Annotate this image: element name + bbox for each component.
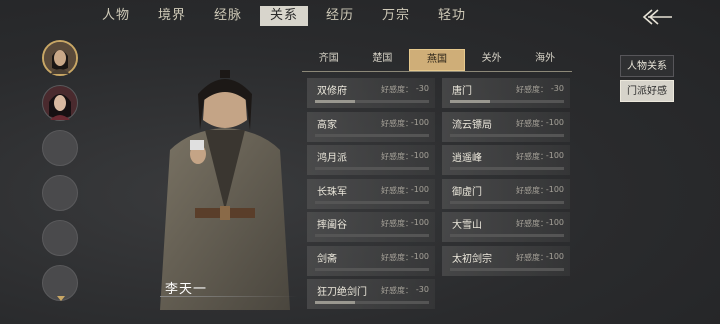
faction-item[interactable]: 大雪山 好感度： -100	[442, 212, 570, 242]
affinity-label: 好感度：	[381, 118, 413, 128]
affinity-value: -100	[410, 184, 429, 194]
affinity-label: 好感度：	[381, 85, 413, 94]
affinity-label: 好感度：	[381, 219, 413, 228]
faction-item[interactable]: 长珠军 好感度： -100	[307, 178, 435, 209]
affinity-label: 好感度：	[516, 252, 548, 262]
sect-affinity-button[interactable]: 门派好感	[620, 80, 674, 102]
character-portrait	[160, 70, 290, 310]
affinity-bar-fill	[315, 100, 355, 103]
faction-name: 双修府	[317, 86, 347, 97]
affinity-value: -100	[545, 117, 564, 127]
affinity-bar	[315, 234, 429, 237]
tab-realm[interactable]: 境界	[148, 6, 196, 26]
affinity-value: -30	[550, 84, 564, 93]
faction-name: 高家	[317, 119, 337, 131]
affinity-value: -100	[410, 251, 429, 261]
tab-qinggong[interactable]: 轻功	[428, 6, 476, 26]
faction-item[interactable]: 御虚门 好感度： -100	[442, 178, 570, 209]
male-portrait-icon	[44, 42, 76, 74]
affinity-value: -100	[410, 218, 429, 227]
region-tabs: 齐国 楚国 燕国 关外 海外	[302, 49, 572, 72]
character-name: 李天一	[165, 282, 208, 297]
affinity-bar	[450, 200, 564, 204]
faction-item[interactable]: 摔阖谷 好感度： -100	[307, 212, 435, 242]
affinity-value: -100	[545, 251, 564, 261]
top-nav: 人物 境界 经脉 关系 经历 万宗 轻功	[92, 6, 484, 30]
faction-name: 唐门	[452, 86, 472, 97]
avatar-female[interactable]	[42, 85, 78, 121]
avatar-slot-empty[interactable]	[42, 220, 78, 256]
affinity-label: 好感度：	[381, 152, 413, 161]
tab-region-yan[interactable]: 燕国	[409, 49, 465, 71]
faction-name: 御虚门	[452, 186, 482, 198]
affinity-label: 好感度：	[381, 185, 413, 195]
tab-relations[interactable]: 关系	[260, 6, 308, 26]
faction-name: 剑斋	[317, 253, 337, 265]
affinity-value: -100	[545, 184, 564, 194]
affinity-label: 好感度：	[516, 152, 548, 161]
affinity-bar	[315, 167, 429, 170]
affinity-value: -30	[415, 84, 429, 93]
affinity-bar	[315, 200, 429, 204]
affinity-label: 好感度：	[516, 85, 548, 94]
affinity-bar-fill	[315, 301, 355, 304]
faction-item[interactable]: 狂刀绝剑门 好感度： -30	[307, 279, 435, 309]
affinity-bar	[450, 133, 564, 137]
scroll-down-icon[interactable]	[57, 296, 65, 301]
tab-region-haiwai[interactable]: 海外	[518, 49, 572, 71]
character-relations-button[interactable]: 人物关系	[620, 55, 674, 77]
affinity-bar-fill	[450, 100, 490, 103]
affinity-value: -100	[545, 218, 564, 227]
avatar-male[interactable]	[42, 40, 78, 76]
faction-item[interactable]: 双修府 好感度： -30	[307, 78, 435, 108]
affinity-value: -30	[415, 285, 429, 294]
faction-name: 太初剑宗	[452, 253, 492, 265]
tab-sects[interactable]: 万宗	[372, 6, 420, 26]
faction-name: 鸿月派	[317, 153, 347, 164]
tab-region-qi[interactable]: 齐国	[302, 49, 356, 71]
faction-item[interactable]: 流云镖局 好感度： -100	[442, 111, 570, 142]
affinity-label: 好感度：	[516, 118, 548, 128]
faction-name: 逍遥峰	[452, 153, 482, 164]
faction-name: 流云镖局	[452, 119, 492, 131]
avatar-slot-empty[interactable]	[42, 130, 78, 166]
faction-item[interactable]: 唐门 好感度： -30	[442, 78, 570, 108]
faction-name: 摔阖谷	[317, 220, 347, 231]
tab-region-guanwai[interactable]: 关外	[465, 49, 519, 71]
affinity-label: 好感度：	[381, 252, 413, 262]
affinity-value: -100	[410, 117, 429, 127]
affinity-label: 好感度：	[516, 185, 548, 195]
affinity-label: 好感度：	[516, 219, 548, 228]
faction-item[interactable]: 剑斋 好感度： -100	[307, 245, 435, 276]
affinity-value: -100	[545, 151, 564, 160]
affinity-bar	[450, 100, 564, 103]
faction-name: 狂刀绝剑门	[317, 287, 367, 298]
faction-name: 大雪山	[452, 220, 482, 231]
affinity-bar	[450, 234, 564, 237]
affinity-label: 好感度：	[381, 286, 413, 295]
affinity-value: -100	[410, 151, 429, 160]
avatar-slot-empty[interactable]	[42, 175, 78, 211]
affinity-bar	[315, 267, 429, 271]
affinity-bar	[315, 100, 429, 103]
faction-name: 长珠军	[317, 186, 347, 198]
faction-item[interactable]: 逍遥峰 好感度： -100	[442, 145, 570, 175]
tab-region-chu[interactable]: 楚国	[356, 49, 410, 71]
tab-character[interactable]: 人物	[92, 6, 140, 26]
affinity-bar	[315, 133, 429, 137]
female-portrait-icon	[43, 86, 77, 120]
tab-experience[interactable]: 经历	[316, 6, 364, 26]
faction-item[interactable]: 太初剑宗 好感度： -100	[442, 245, 570, 276]
back-arrow-icon[interactable]	[640, 6, 674, 28]
affinity-bar	[450, 267, 564, 271]
faction-item[interactable]: 高家 好感度： -100	[307, 111, 435, 142]
name-underline	[160, 296, 298, 297]
affinity-bar	[450, 167, 564, 170]
character-list	[42, 40, 80, 310]
tab-meridians[interactable]: 经脉	[204, 6, 252, 26]
faction-item[interactable]: 鸿月派 好感度： -100	[307, 145, 435, 175]
affinity-bar	[315, 301, 429, 304]
